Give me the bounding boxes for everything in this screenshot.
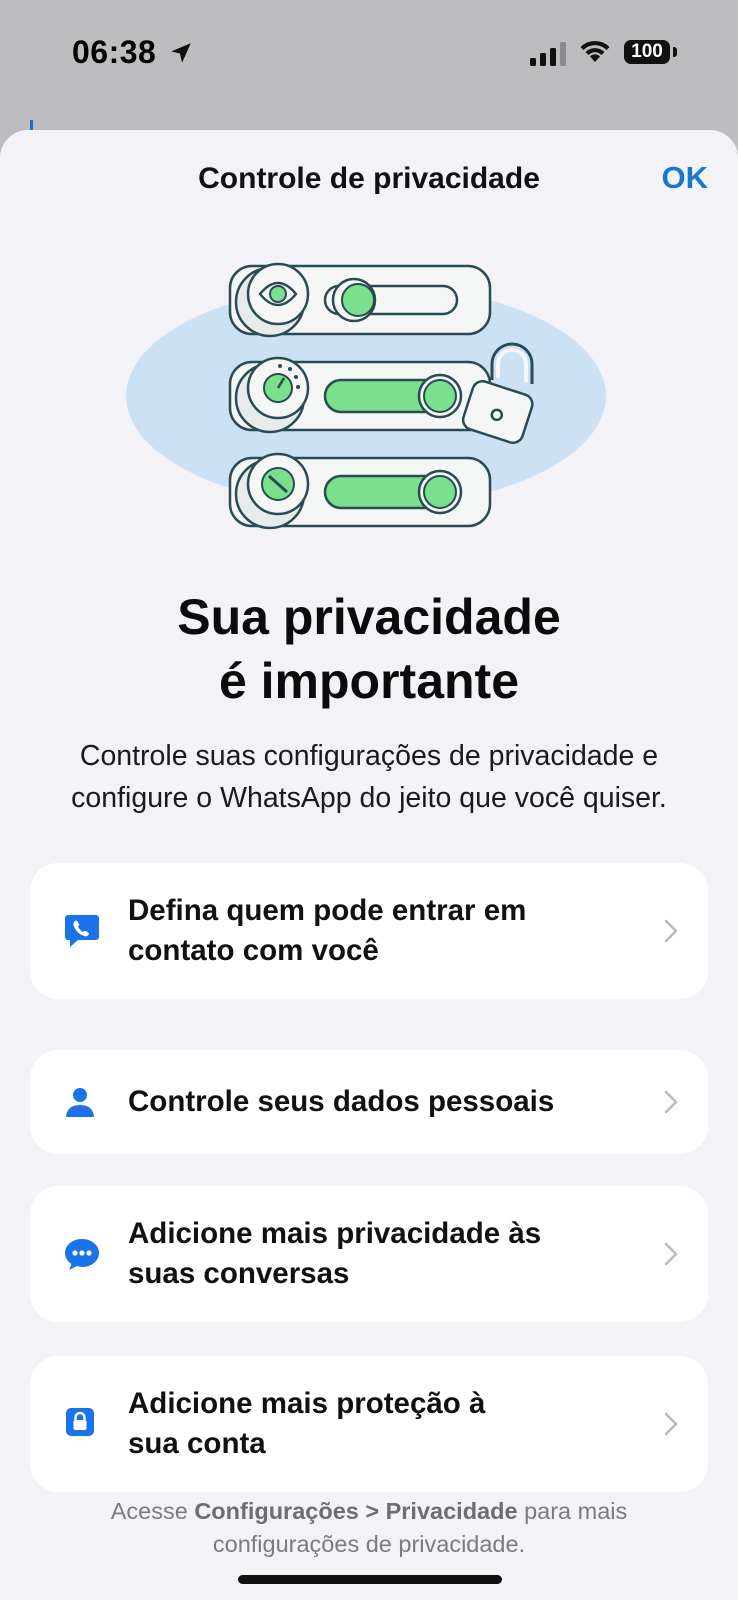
location-arrow-icon <box>171 43 191 63</box>
status-bar: 06:38 100 <box>0 0 738 120</box>
option-label: Adicione mais proteção à sua conta <box>128 1384 628 1464</box>
option-label-line-2: contato com você <box>128 934 379 967</box>
option-label: Controle seus dados pessoais <box>128 1082 628 1122</box>
option-label-line-1: Adicione mais privacidade às <box>128 1217 542 1250</box>
footer-note: Acesse Configurações > Privacidade para … <box>40 1495 698 1561</box>
chevron-right-icon <box>664 1242 678 1266</box>
option-label: Adicione mais privacidade às suas conver… <box>128 1214 628 1294</box>
option-label-line-1: Defina quem pode entrar em <box>128 894 527 927</box>
option-personal-data[interactable]: Controle seus dados pessoais <box>30 1050 708 1154</box>
ok-button[interactable]: OK <box>662 160 709 196</box>
chevron-right-icon <box>664 1412 678 1436</box>
headline: Sua privacidade é importante <box>0 585 738 713</box>
headline-line-2: é importante <box>218 653 520 709</box>
sheet-title: Controle de privacidade <box>198 162 540 195</box>
option-contact-settings[interactable]: Defina quem pode entrar em contato com v… <box>30 863 708 999</box>
privacy-toggles-illustration <box>126 262 606 530</box>
headline-line-1: Sua privacidade <box>177 589 561 645</box>
option-label-line-1: Adicione mais proteção à <box>128 1387 486 1420</box>
chat-bubble-icon <box>65 1239 99 1270</box>
option-chat-privacy[interactable]: Adicione mais privacidade às suas conver… <box>30 1186 708 1322</box>
lock-icon <box>66 1408 94 1436</box>
option-label-line-2: sua conta <box>128 1427 266 1460</box>
chevron-right-icon <box>664 1090 678 1114</box>
wifi-icon <box>580 40 610 62</box>
footer-settings-path[interactable]: Configurações > Privacidade <box>194 1498 517 1524</box>
status-time: 06:38 <box>72 34 157 70</box>
chevron-right-icon <box>664 919 678 943</box>
footer-prefix: Acesse <box>110 1498 195 1524</box>
privacy-sheet: Controle de privacidade OK Sua privacida… <box>0 130 738 1600</box>
option-label-line-2: suas conversas <box>128 1257 350 1290</box>
subtitle: Controle suas configurações de privacida… <box>71 740 667 814</box>
battery-indicator: 100 <box>624 40 670 64</box>
cellular-signal-icon <box>530 42 566 66</box>
option-label-line-1: Controle seus dados pessoais <box>128 1085 555 1118</box>
person-icon <box>66 1088 94 1117</box>
option-label: Defina quem pode entrar em contato com v… <box>128 891 628 971</box>
phone-bubble-icon <box>65 915 99 947</box>
option-account-protection[interactable]: Adicione mais proteção à sua conta <box>30 1356 708 1492</box>
sheet-header: Controle de privacidade OK <box>0 130 738 230</box>
battery-tip <box>673 47 677 57</box>
home-indicator[interactable] <box>238 1575 502 1584</box>
